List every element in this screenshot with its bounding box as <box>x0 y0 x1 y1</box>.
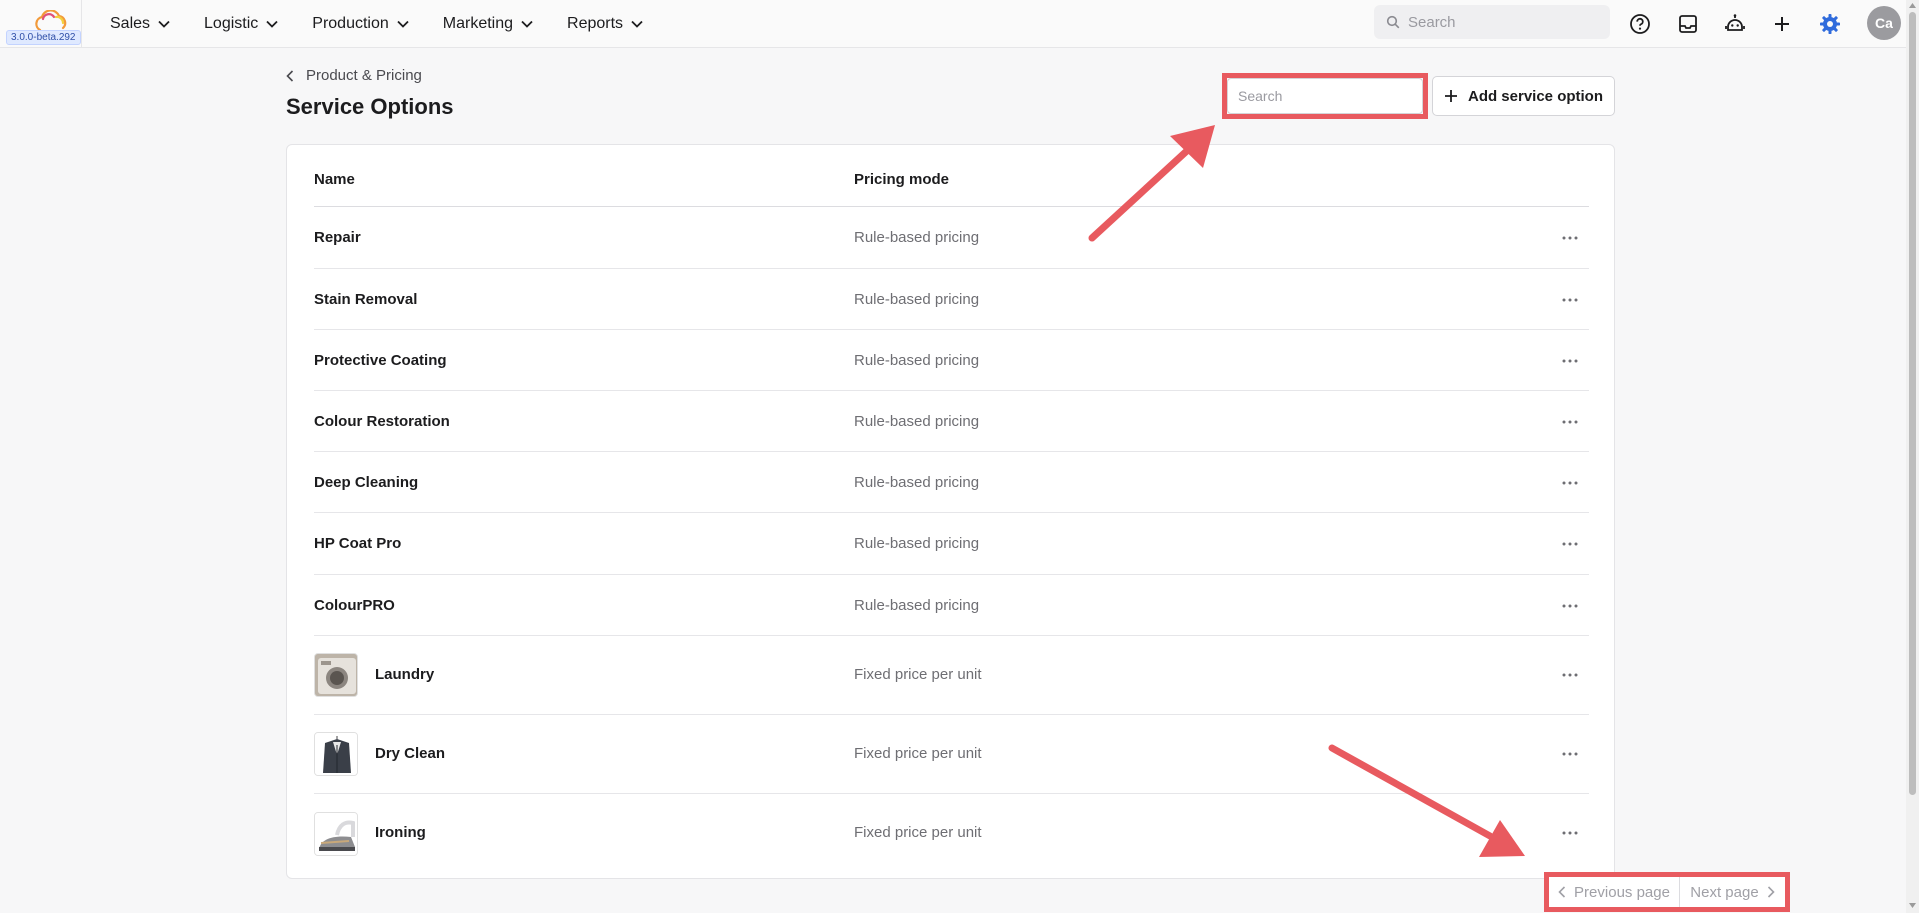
nav-reports[interactable]: Reports <box>567 15 643 33</box>
table-row[interactable]: Colour Restoration Rule-based pricing <box>314 391 1589 452</box>
nav-logistic[interactable]: Logistic <box>204 15 278 33</box>
pricing-mode: Rule-based pricing <box>854 291 980 308</box>
service-name: ColourPRO <box>314 597 395 614</box>
more-options-icon[interactable] <box>1558 475 1582 491</box>
service-name: Dry Clean <box>375 745 446 762</box>
more-options-icon[interactable] <box>1558 598 1582 614</box>
next-page-button[interactable]: Next page <box>1680 877 1785 907</box>
service-name: Stain Removal <box>314 291 418 308</box>
inbox-icon[interactable] <box>1676 12 1700 36</box>
scroll-up-arrow-icon[interactable] <box>1908 1 1917 10</box>
service-options-table: Name Pricing mode Repair Rule-based pric… <box>286 144 1615 879</box>
service-name: Laundry <box>375 666 435 683</box>
pricing-mode: Rule-based pricing <box>854 229 980 246</box>
table-row[interactable]: Repair Rule-based pricing <box>314 207 1589 269</box>
top-navigation-bar: 3.0.0-beta.292 Sales Logistic Production… <box>0 0 1906 48</box>
breadcrumb-label: Product & Pricing <box>306 67 422 84</box>
chevron-right-icon <box>1767 886 1775 898</box>
table-row[interactable]: Ironing Fixed price per unit <box>314 794 1589 874</box>
more-options-icon[interactable] <box>1558 353 1582 369</box>
more-options-icon[interactable] <box>1558 746 1582 762</box>
scroll-down-arrow-icon[interactable] <box>1908 901 1917 910</box>
iron-image <box>314 812 358 856</box>
version-badge: 3.0.0-beta.292 <box>6 30 81 45</box>
column-header-name: Name <box>314 171 355 188</box>
column-header-pricing-mode: Pricing mode <box>854 171 950 188</box>
pricing-mode: Fixed price per unit <box>854 666 982 683</box>
chevron-down-icon <box>397 20 409 28</box>
service-name: Protective Coating <box>314 352 447 369</box>
pagination: Previous page Next page <box>1544 872 1790 912</box>
laundry-machine-image <box>314 653 358 697</box>
nav-label: Reports <box>567 15 624 32</box>
nav-sales[interactable]: Sales <box>110 15 170 33</box>
add-service-option-button[interactable]: Add service option <box>1432 76 1615 116</box>
service-name: Repair <box>314 229 361 246</box>
chevron-left-icon <box>1558 886 1566 898</box>
page-title: Service Options <box>286 94 454 119</box>
table-row[interactable]: Protective Coating Rule-based pricing <box>314 330 1589 391</box>
pricing-mode: Rule-based pricing <box>854 474 980 491</box>
nav-label: Logistic <box>204 15 259 32</box>
user-avatar[interactable]: Ca <box>1867 6 1901 40</box>
pricing-mode: Rule-based pricing <box>854 352 980 369</box>
more-options-icon[interactable] <box>1558 230 1582 246</box>
service-name: HP Coat Pro <box>314 535 402 552</box>
cloud-logo-icon <box>35 10 67 32</box>
chevron-left-icon <box>286 69 294 82</box>
help-icon[interactable] <box>1628 12 1652 36</box>
chevron-down-icon <box>266 20 278 28</box>
service-name: Deep Cleaning <box>314 474 419 491</box>
table-header: Name Pricing mode <box>314 145 1589 207</box>
table-row[interactable]: HP Coat Pro Rule-based pricing <box>314 513 1589 575</box>
pricing-mode: Rule-based pricing <box>854 413 980 430</box>
previous-page-button[interactable]: Previous page <box>1549 877 1680 907</box>
more-options-icon[interactable] <box>1558 536 1582 552</box>
scrollbar-thumb[interactable] <box>1909 12 1916 795</box>
nav-label: Marketing <box>442 15 514 32</box>
chevron-down-icon <box>521 20 533 28</box>
app-logo[interactable]: 3.0.0-beta.292 <box>6 6 84 46</box>
table-row[interactable]: Laundry Fixed price per unit <box>314 636 1589 715</box>
breadcrumb-back-link[interactable]: Product & Pricing <box>286 67 422 84</box>
nav-production[interactable]: Production <box>312 15 409 33</box>
more-options-icon[interactable] <box>1558 667 1582 683</box>
service-name: Colour Restoration <box>314 413 450 430</box>
chevron-down-icon <box>631 20 643 28</box>
main-nav: Sales Logistic Production Marketing Repo… <box>110 0 677 48</box>
pricing-mode: Fixed price per unit <box>854 745 982 762</box>
pricing-mode: Rule-based pricing <box>854 535 980 552</box>
table-row[interactable]: Dry Clean Fixed price per unit <box>314 715 1589 794</box>
pricing-mode: Fixed price per unit <box>854 824 982 841</box>
nav-label: Production <box>312 15 389 32</box>
divider <box>81 0 82 48</box>
chevron-down-icon <box>158 20 170 28</box>
global-search[interactable] <box>1374 5 1610 39</box>
next-page-label: Next page <box>1690 883 1759 901</box>
table-row[interactable]: Deep Cleaning Rule-based pricing <box>314 452 1589 513</box>
pricing-mode: Rule-based pricing <box>854 597 980 614</box>
search-icon <box>1386 15 1400 29</box>
add-button-label: Add service option <box>1467 87 1604 105</box>
table-row[interactable]: ColourPRO Rule-based pricing <box>314 575 1589 636</box>
nav-label: Sales <box>110 15 151 32</box>
more-options-icon[interactable] <box>1558 292 1582 308</box>
more-options-icon[interactable] <box>1558 825 1582 841</box>
page-scrollbar[interactable] <box>1906 0 1919 913</box>
table-row[interactable]: Stain Removal Rule-based pricing <box>314 269 1589 330</box>
annotation-highlight-box <box>1222 73 1428 119</box>
plus-icon <box>1444 90 1457 102</box>
plus-icon[interactable] <box>1770 12 1794 36</box>
previous-page-label: Previous page <box>1574 883 1670 901</box>
nav-marketing[interactable]: Marketing <box>443 15 533 33</box>
global-search-input[interactable] <box>1408 13 1598 31</box>
more-options-icon[interactable] <box>1558 414 1582 430</box>
suit-jacket-image <box>314 732 358 776</box>
service-name: Ironing <box>375 824 426 841</box>
assistant-bot-icon[interactable] <box>1723 12 1747 36</box>
settings-gear-icon[interactable] <box>1818 12 1842 36</box>
